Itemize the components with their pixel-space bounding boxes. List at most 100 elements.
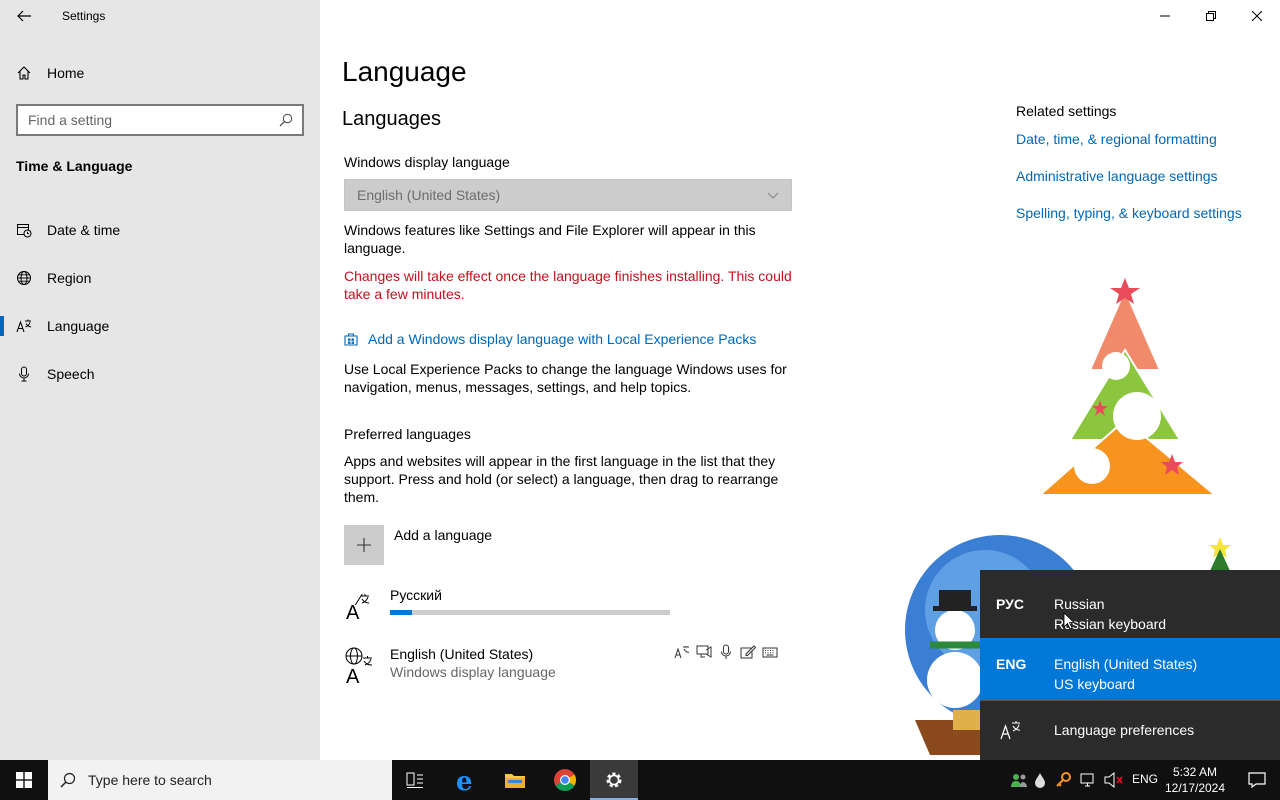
language-subtitle: Windows display language: [390, 664, 556, 680]
related-settings: Related settings Date, time, & regional …: [1016, 103, 1242, 242]
nav-item-speech[interactable]: Speech: [0, 350, 320, 398]
language-name: English (United States): [390, 646, 534, 662]
input-indicator[interactable]: ENG: [1132, 772, 1158, 786]
back-arrow-icon: [17, 10, 31, 22]
notification-icon: [1248, 772, 1266, 789]
display-language-description: Windows features like Settings and File …: [344, 222, 756, 256]
start-button[interactable]: [0, 760, 48, 800]
taskbar-settings[interactable]: [590, 760, 638, 800]
speech-recognition-feature-icon: [718, 644, 734, 660]
chrome-browser-icon: [554, 769, 576, 791]
language-preferences-label: Language preferences: [1054, 722, 1195, 738]
network-icon[interactable]: [1080, 772, 1098, 788]
nav-item-label: Date & time: [47, 222, 121, 238]
task-view-icon: [406, 772, 423, 788]
preferred-language-russian[interactable]: A ⁄ Русский: [344, 587, 670, 627]
people-icon[interactable]: [1010, 771, 1028, 789]
preferred-language-english[interactable]: A English (United States) Windows displa…: [344, 646, 556, 688]
add-language-button[interactable]: Add a language: [344, 525, 492, 565]
display-language-dropdown[interactable]: English (United States): [344, 179, 792, 211]
related-link-regional-formatting[interactable]: Date, time, & regional formatting: [1016, 131, 1242, 147]
page-title: Language: [342, 56, 467, 87]
taskbar-search-box[interactable]: Type here to search: [48, 760, 392, 800]
edge-browser-icon: e: [456, 768, 473, 792]
taskbar-edge[interactable]: e: [443, 760, 491, 800]
progress-fill: [390, 610, 413, 615]
preferred-languages-heading: Preferred languages: [344, 426, 471, 442]
taskbar: Type here to search e ENG 5:32 AM 12/17/…: [0, 760, 1280, 800]
action-center-button[interactable]: [1234, 760, 1280, 800]
taskbar-chrome[interactable]: [541, 760, 589, 800]
language-name: Russian: [1054, 596, 1105, 612]
svg-text:e: e: [456, 768, 473, 792]
nav-item-label: Language: [47, 318, 110, 334]
search-icon: [48, 772, 88, 788]
clock-time: 5:32 AM: [1172, 765, 1218, 779]
back-button[interactable]: [0, 0, 48, 32]
add-display-language-link[interactable]: Add a Windows display language with Loca…: [344, 331, 756, 347]
flyout-divider: [980, 700, 1280, 701]
microphone-icon: [0, 366, 47, 382]
taskbar-clock[interactable]: 5:32 AM 12/17/2024: [1163, 764, 1227, 796]
minimize-button[interactable]: [1142, 0, 1188, 32]
settings-search-box[interactable]: [16, 104, 304, 136]
language-code: РУС: [996, 596, 1024, 612]
languages-heading: Languages: [342, 108, 441, 130]
related-settings-heading: Related settings: [1016, 103, 1117, 119]
flyout-item-russian[interactable]: РУС Russian Russian keyboard: [980, 578, 1280, 640]
display-language-value: English (United States): [357, 187, 501, 203]
nav-item-label: Speech: [47, 366, 95, 382]
keyboard-feature-icon: [762, 644, 778, 660]
language-preferences-link[interactable]: Language preferences: [980, 710, 1280, 750]
clock-date: 12/17/2024: [1164, 781, 1226, 795]
nav-item-region[interactable]: Region: [0, 254, 320, 302]
app-title: Settings: [62, 9, 106, 23]
store-icon: [344, 333, 358, 346]
related-link-spelling-typing[interactable]: Spelling, typing, & keyboard settings: [1016, 205, 1242, 221]
add-display-language-label: Add a Windows display language with Loca…: [368, 331, 757, 347]
settings-search-input[interactable]: [28, 112, 278, 128]
language-icon: [0, 318, 47, 334]
preferred-languages-description: Apps and websites will appear in the fir…: [344, 453, 779, 505]
language-feature-icons: [674, 644, 778, 660]
water-drop-icon[interactable]: [1034, 772, 1046, 788]
install-warning: Changes will take effect once the langua…: [344, 268, 792, 302]
handwriting-feature-icon: [740, 644, 757, 660]
input-language-flyout: РУС Russian Russian keyboard ENG English…: [980, 570, 1280, 760]
related-link-admin-language[interactable]: Administrative language settings: [1016, 168, 1242, 184]
system-tray: [1010, 760, 1124, 800]
key-icon[interactable]: [1056, 772, 1072, 788]
language-name: Русский: [390, 587, 442, 603]
task-view-button[interactable]: [392, 760, 440, 800]
display-language-feature-icon: [674, 644, 690, 660]
nav-list: Date & time Region Language Speech: [0, 206, 320, 398]
windows-logo-icon: [16, 772, 32, 788]
display-language-label: Windows display language: [344, 154, 510, 170]
language-install-progress: [390, 610, 670, 615]
small-tree-decoration: [1209, 537, 1231, 573]
restore-button[interactable]: [1188, 0, 1234, 32]
nav-item-language[interactable]: Language: [0, 302, 320, 350]
volume-muted-icon[interactable]: [1104, 772, 1124, 788]
nav-home[interactable]: Home: [0, 56, 320, 90]
taskbar-search-placeholder: Type here to search: [88, 772, 212, 788]
search-icon[interactable]: [278, 112, 294, 128]
nav-item-date-time[interactable]: Date & time: [0, 206, 320, 254]
gear-icon: [606, 772, 622, 788]
add-language-label: Add a language: [394, 527, 493, 543]
christmas-tree-decoration: [1037, 278, 1218, 496]
language-glyph-icon: A ⁄: [344, 587, 390, 627]
minimize-icon: [1160, 15, 1170, 17]
folder-icon: [505, 774, 525, 788]
calendar-clock-icon: [0, 222, 47, 238]
flyout-item-english[interactable]: ENG English (United States) US keyboard: [980, 638, 1280, 700]
nav-section-title: Time & Language: [16, 158, 133, 174]
close-button[interactable]: [1234, 0, 1280, 32]
globe-icon: [0, 270, 47, 286]
taskbar-file-explorer[interactable]: [491, 760, 539, 800]
nav-home-label: Home: [47, 65, 85, 81]
window-controls: [1142, 0, 1280, 32]
mouse-cursor-icon: [1063, 612, 1075, 630]
home-icon: [0, 65, 47, 81]
close-icon: [1252, 11, 1262, 21]
